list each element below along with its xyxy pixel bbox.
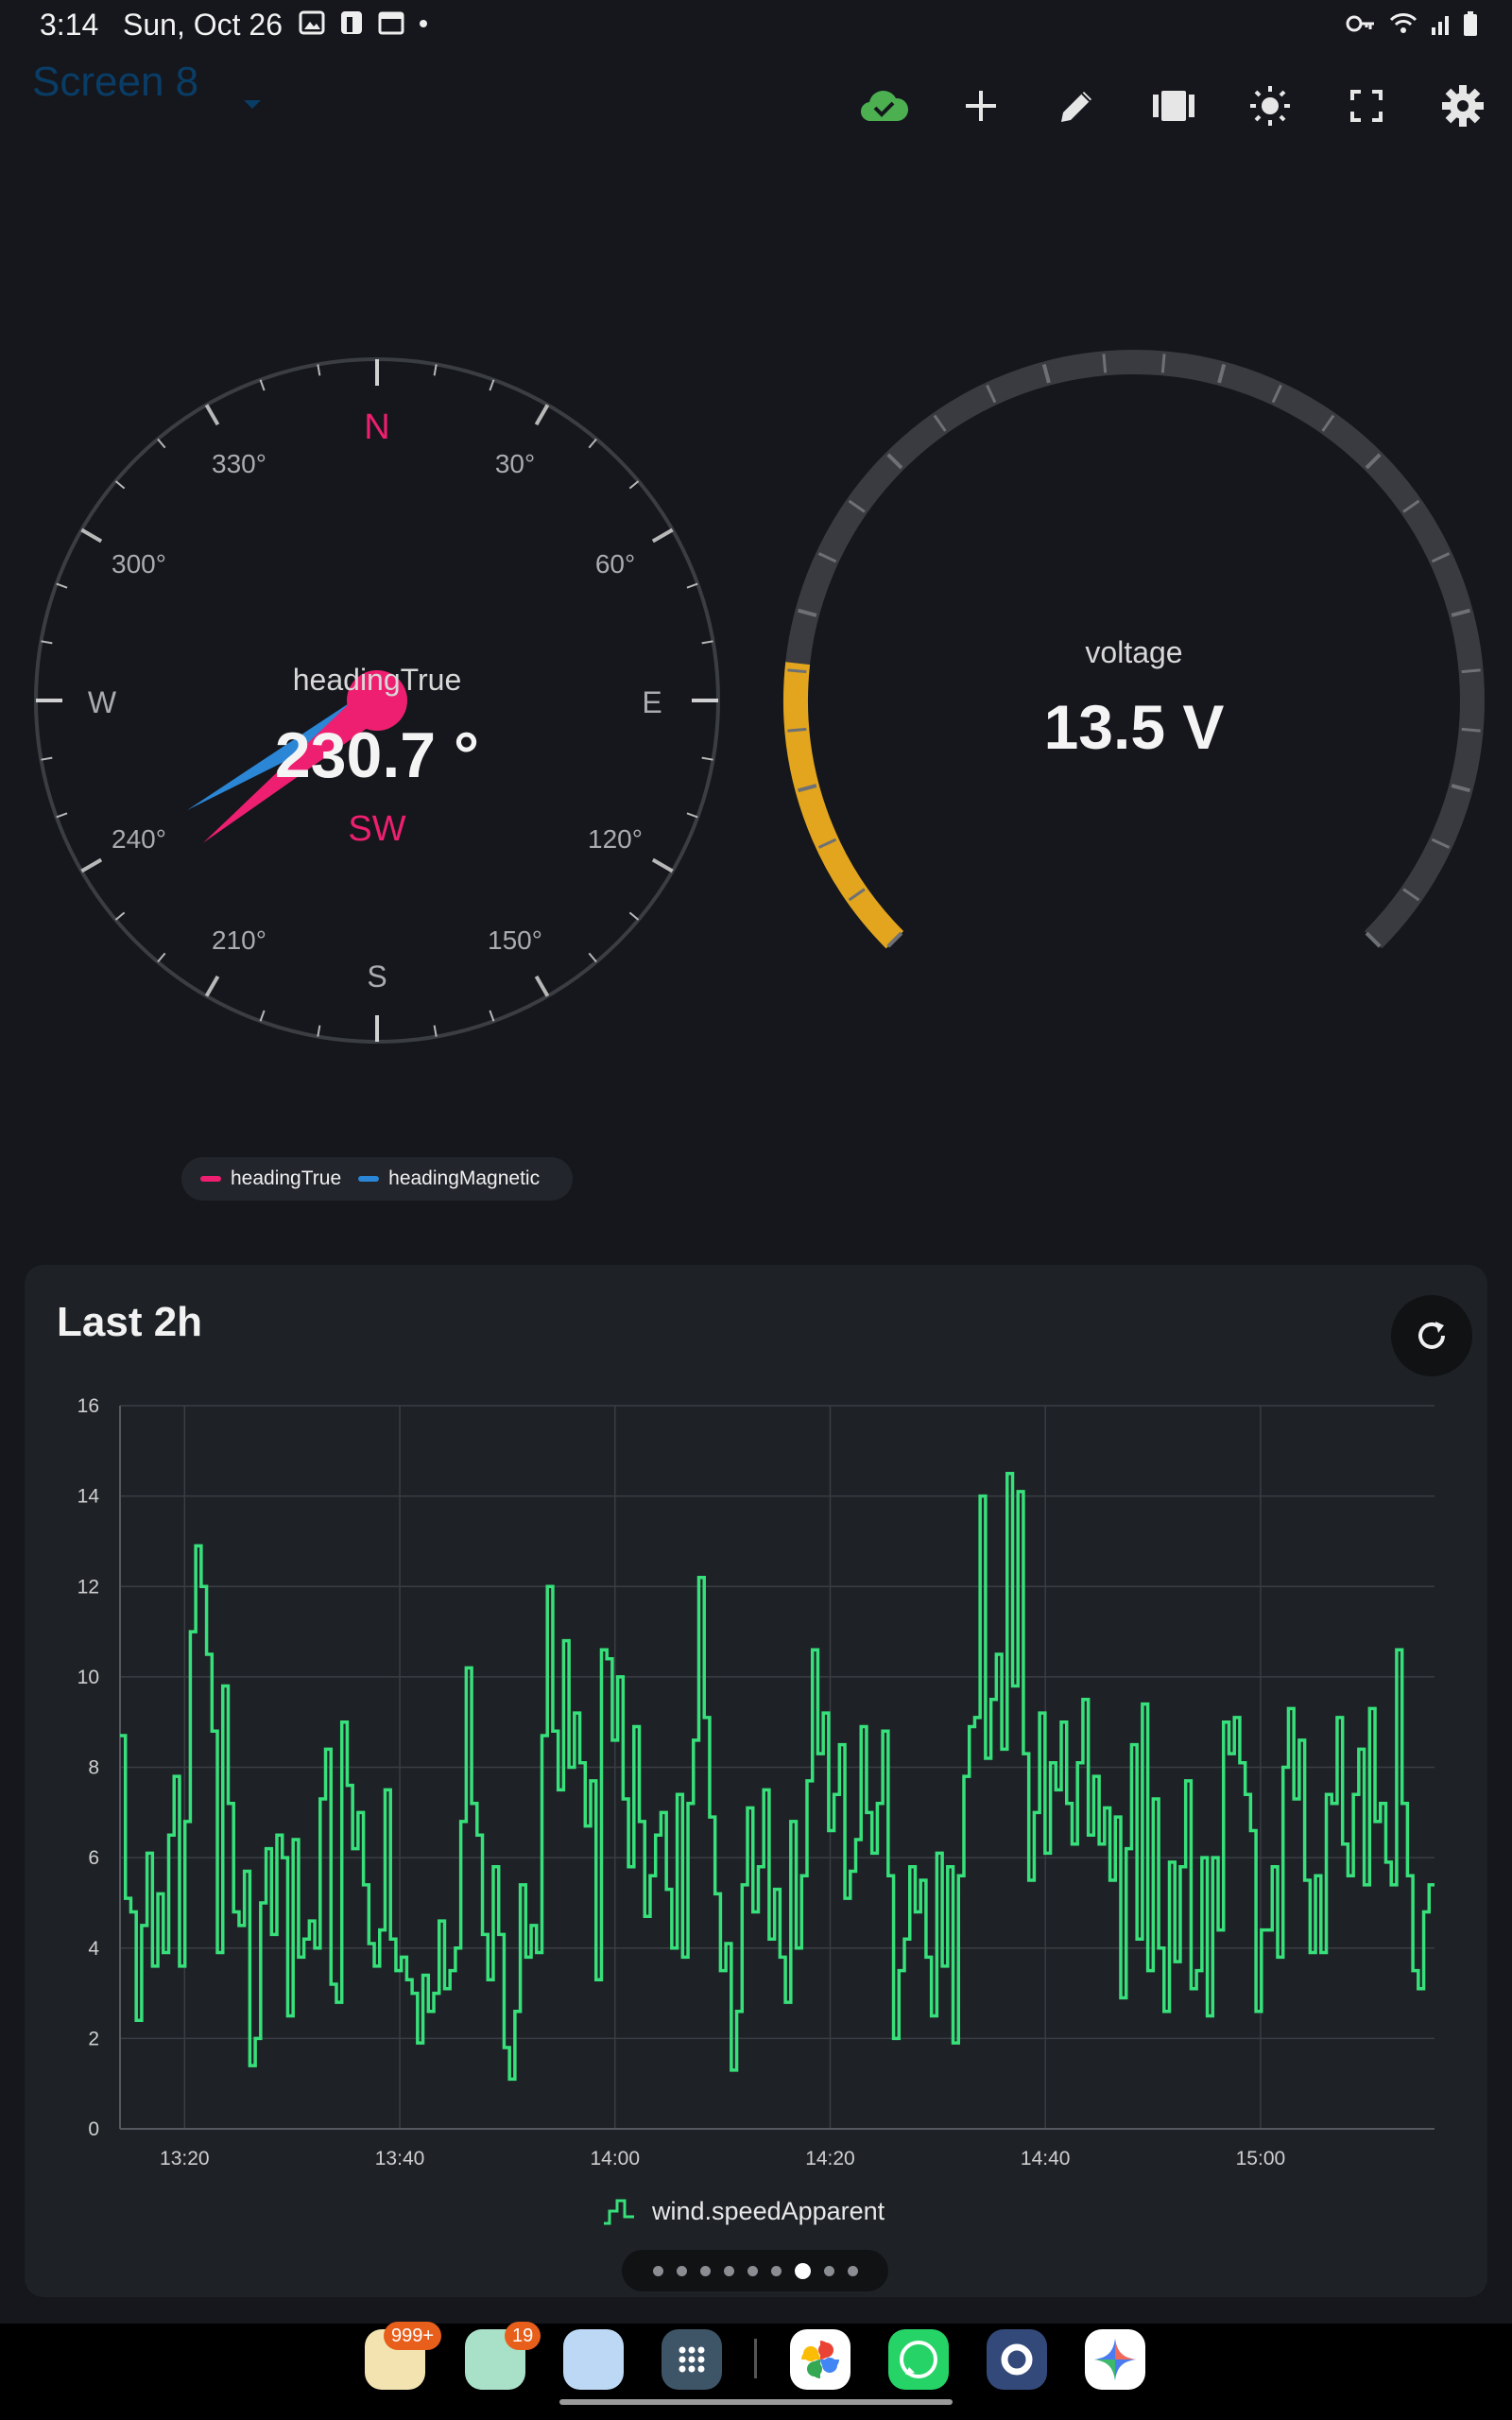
wind-speed-chart[interactable]: 0246810121416 13:20 13:40 14:00 14:20 14:40 1… — [0, 0, 1512, 2203]
pager-dot[interactable] — [823, 2265, 834, 2276]
chart-y-tick-label: 14 — [77, 1486, 100, 1508]
notification-badge: 999+ — [384, 2322, 442, 2350]
pager-dot[interactable] — [747, 2265, 758, 2276]
chart-y-axis: 0 2 4 6 8 10 12 14 16 — [77, 1395, 100, 2140]
series-line-wind-speed-apparent — [120, 1471, 1435, 2082]
pager-dot[interactable] — [794, 2262, 811, 2279]
chart-y-tick-label: 2 — [88, 2028, 99, 2049]
chart-x-tick-label: 13:20 — [160, 2148, 210, 2169]
pager-dot[interactable] — [652, 2265, 663, 2276]
notification-badge: 19 — [505, 2322, 541, 2350]
chart-legend-label: wind.speedApparent — [652, 2197, 885, 2225]
chart-x-tick-label: 15:00 — [1236, 2148, 1286, 2169]
chart-y-tick-label: 16 — [77, 1395, 99, 1417]
chart-y-tick-label: 6 — [88, 1847, 99, 1869]
chart-x-tick-label: 14:40 — [1021, 2148, 1071, 2169]
pager-dot[interactable] — [699, 2265, 711, 2276]
chart-series — [120, 1471, 1435, 2082]
chart-x-tick-label: 14:00 — [590, 2148, 640, 2169]
pager-dot[interactable] — [847, 2265, 858, 2276]
chart-legend[interactable]: wind.speedApparent — [601, 2197, 885, 2226]
pager-dot[interactable] — [676, 2265, 687, 2276]
dock-divider — [754, 2339, 757, 2378]
app-drawer-icon[interactable] — [662, 2329, 722, 2390]
chart-y-tick-label: 8 — [88, 1757, 99, 1779]
chart-y-tick-label: 0 — [88, 2118, 99, 2140]
chart-y-tick-label: 10 — [77, 1667, 99, 1688]
whatsapp-app-icon[interactable] — [888, 2329, 949, 2390]
photos-app-icon[interactable] — [790, 2329, 850, 2390]
chart-y-tick-label: 12 — [77, 1576, 99, 1598]
home-indicator[interactable] — [559, 2399, 953, 2405]
search-folder-icon[interactable] — [563, 2329, 624, 2390]
screen-pager[interactable] — [622, 2250, 888, 2291]
gemini-app-icon[interactable] — [1085, 2329, 1145, 2390]
chart-x-tick-label: 13:40 — [375, 2148, 425, 2169]
chart-grid — [119, 1405, 1435, 2130]
chart-x-tick-label: 14:20 — [805, 2148, 855, 2169]
pager-dot[interactable] — [770, 2265, 782, 2276]
step-line-legend-icon — [604, 2199, 634, 2224]
chart-x-axis: 13:20 13:40 14:00 14:20 14:40 15:00 — [160, 2148, 1285, 2169]
chart-y-tick-label: 4 — [88, 1938, 99, 1960]
pager-dot[interactable] — [723, 2265, 734, 2276]
settings-app-icon[interactable] — [987, 2329, 1047, 2390]
